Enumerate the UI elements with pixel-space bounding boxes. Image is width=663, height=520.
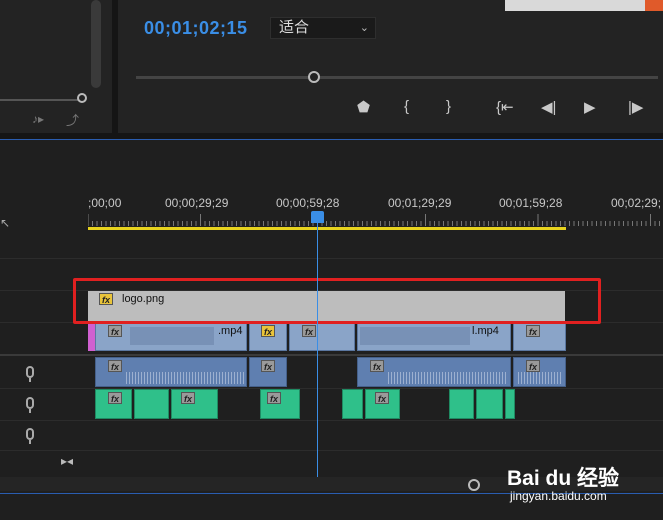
video-clip[interactable]: l.mp4 xyxy=(357,323,511,351)
video-clip[interactable]: fx .mp4 xyxy=(95,323,247,351)
fx-badge: fx xyxy=(375,392,389,404)
ruler-label: 00;00;59;28 xyxy=(276,196,340,210)
ruler-label: 00;00;29;29 xyxy=(165,196,229,210)
mic-stand xyxy=(29,378,31,382)
fit-select-value: 适合 xyxy=(279,19,310,36)
play-icon[interactable]: ▶ xyxy=(584,98,596,116)
active-panel-outline xyxy=(0,139,663,140)
fx-badge: fx xyxy=(526,325,540,337)
audio-clip[interactable]: fx xyxy=(95,357,247,387)
track-divider xyxy=(0,420,663,421)
fx-badge: fx xyxy=(267,392,281,404)
audio-clip-green[interactable] xyxy=(476,389,503,419)
audio-clip-green[interactable]: fx xyxy=(171,389,218,419)
ruler-label: 00;01;59;28 xyxy=(499,196,563,210)
ruler-label: 00;02;29; xyxy=(611,196,662,210)
fx-badge: fx xyxy=(261,360,275,372)
audio-clip-green[interactable]: fx xyxy=(260,389,300,419)
sort-icon[interactable]: ♪▸ xyxy=(32,112,44,126)
fx-badge: fx xyxy=(370,360,384,372)
monitor-scrubber[interactable] xyxy=(136,76,658,79)
fx-badge: fx xyxy=(181,392,195,404)
ruler-label: 00;01;29;29 xyxy=(388,196,452,210)
video-clip[interactable]: fx xyxy=(249,323,287,351)
time-ruler[interactable] xyxy=(88,214,663,226)
track-divider xyxy=(0,450,663,451)
audio-waveform xyxy=(388,372,508,384)
annotation-highlight xyxy=(73,278,601,324)
track-divider xyxy=(0,258,663,259)
video-clip-edge[interactable] xyxy=(88,323,95,351)
export-icon[interactable]: ⤴ xyxy=(66,110,79,129)
clip-name: l.mp4 xyxy=(472,325,499,337)
monitor-preview-strip xyxy=(505,0,663,11)
bowtie-icon[interactable]: ▸◂ xyxy=(61,454,73,468)
wrench-icon[interactable]: ↖ xyxy=(0,216,10,230)
fx-badge: fx xyxy=(108,325,122,337)
chevron-down-icon: ⌄ xyxy=(359,22,369,34)
voice-over-record-icon[interactable] xyxy=(26,428,34,440)
voice-over-record-icon[interactable] xyxy=(26,397,34,409)
monitor-scrubber-knob[interactable] xyxy=(308,71,320,83)
mic-stand xyxy=(29,440,31,444)
zoom-slider-knob[interactable] xyxy=(77,93,87,103)
video-audio-divider xyxy=(0,354,663,356)
fit-zoom-select[interactable]: 适合 ⌄ xyxy=(270,17,376,39)
work-area-bar[interactable] xyxy=(88,227,566,230)
clip-name-blurred xyxy=(360,327,470,345)
audio-clip-green[interactable] xyxy=(505,389,515,419)
step-back-icon[interactable]: ◀| xyxy=(541,98,556,116)
fx-badge: fx xyxy=(108,392,122,404)
baidu-watermark-url: jingyan.baidu.com xyxy=(510,489,607,503)
mark-in-icon[interactable]: { xyxy=(404,98,409,115)
baidu-watermark-logo: Bai du 经验 xyxy=(507,467,620,490)
fx-badge: fx xyxy=(526,360,540,372)
fx-badge: fx xyxy=(261,325,275,337)
audio-clip[interactable]: fx xyxy=(357,357,511,387)
audio-clip-green[interactable] xyxy=(449,389,474,419)
voice-over-record-icon[interactable] xyxy=(26,366,34,378)
audio-waveform xyxy=(518,372,562,384)
fx-badge: fx xyxy=(302,325,316,337)
playhead-timecode[interactable]: 00;01;02;15 xyxy=(144,18,248,39)
timeline-zoom-knob[interactable] xyxy=(468,479,480,491)
audio-clip[interactable]: fx xyxy=(249,357,287,387)
audio-clip-green[interactable]: fx xyxy=(365,389,400,419)
video-clip[interactable]: fx xyxy=(289,323,355,351)
audio-waveform xyxy=(126,372,244,384)
playhead-line[interactable] xyxy=(317,222,318,477)
audio-clip-green[interactable]: fx xyxy=(95,389,132,419)
mark-out-icon[interactable]: } xyxy=(446,98,451,115)
go-to-in-icon[interactable]: {⇤ xyxy=(496,98,514,116)
add-marker-icon[interactable]: ⬟ xyxy=(357,98,370,116)
playhead-handle[interactable] xyxy=(311,211,324,223)
video-clip[interactable]: fx xyxy=(513,323,566,351)
zoom-slider-track[interactable] xyxy=(0,99,78,101)
vertical-scrollbar[interactable] xyxy=(91,0,101,88)
audio-clip-green[interactable] xyxy=(342,389,363,419)
audio-clip[interactable]: fx xyxy=(513,357,566,387)
ruler-label: ;00;00 xyxy=(88,196,122,210)
audio-clip-green[interactable] xyxy=(134,389,169,419)
clip-name: .mp4 xyxy=(218,325,243,337)
project-panel: ♪▸ ⤴ xyxy=(0,0,112,133)
mic-stand xyxy=(29,409,31,413)
fx-badge: fx xyxy=(108,360,122,372)
step-forward-icon[interactable]: |▶ xyxy=(628,98,643,116)
clip-name-blurred xyxy=(130,327,214,345)
record-indicator-icon xyxy=(645,0,663,11)
